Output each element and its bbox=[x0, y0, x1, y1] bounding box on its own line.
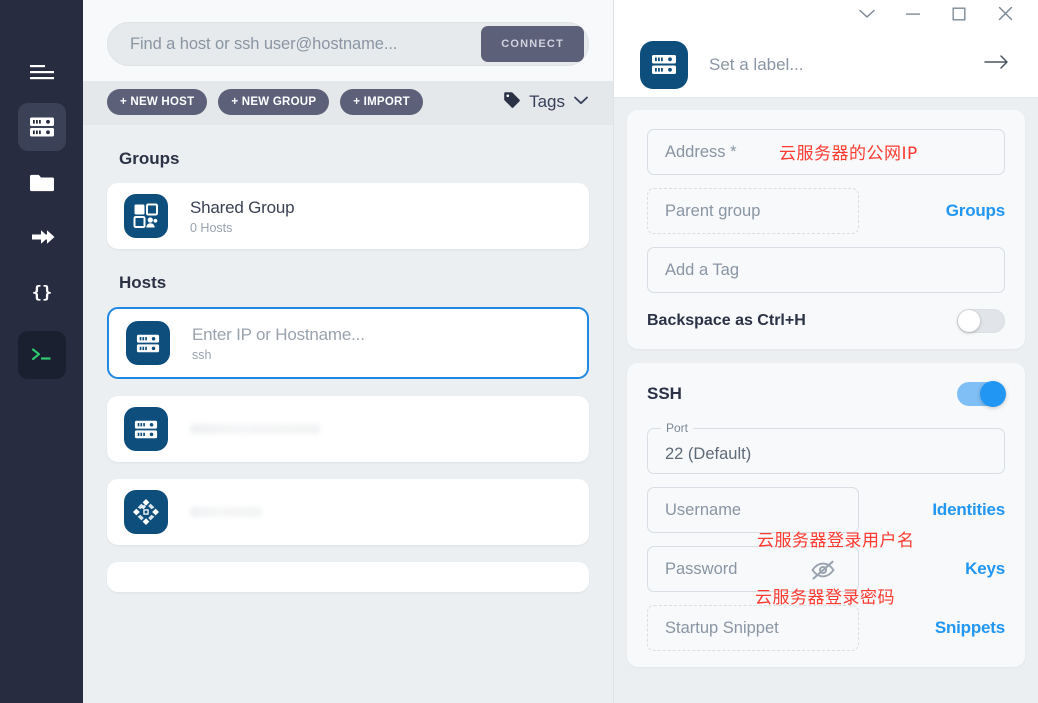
minimize-window-button[interactable] bbox=[890, 0, 936, 32]
groups-heading: Groups bbox=[119, 149, 180, 168]
left-icon-rail: {} bbox=[0, 0, 83, 703]
host-card-title: Enter IP or Hostname... bbox=[192, 324, 365, 344]
host-card-title-redacted bbox=[190, 507, 262, 517]
svg-text:{}: {} bbox=[31, 283, 51, 303]
chevron-down-icon bbox=[858, 7, 876, 25]
ssh-header: SSH bbox=[647, 381, 1006, 407]
hosts-scroll-area[interactable]: Groups Shared Group 0 Hosts Hosts Enter … bbox=[83, 125, 613, 703]
minimize-icon bbox=[904, 7, 922, 25]
identities-link[interactable]: Identities bbox=[932, 500, 1005, 520]
save-host-button[interactable] bbox=[978, 48, 1016, 81]
new-host-button[interactable]: + NEW HOST bbox=[107, 89, 208, 115]
close-window-button[interactable] bbox=[982, 0, 1028, 32]
host-card-text: Enter IP or Hostname... ssh bbox=[192, 325, 365, 362]
tags-label: Tags bbox=[529, 92, 565, 111]
ssh-password-field[interactable]: Password bbox=[647, 546, 859, 592]
address-field[interactable]: Address * bbox=[647, 129, 1005, 175]
backspace-toggle-label: Backspace as Ctrl+H bbox=[647, 312, 806, 329]
ssh-startup-snippet-row: Startup Snippet Snippets bbox=[647, 605, 1005, 651]
startup-snippet-field[interactable]: Startup Snippet bbox=[647, 605, 859, 651]
host-card-text bbox=[190, 507, 589, 517]
sidebar-item-vaults[interactable] bbox=[18, 158, 66, 206]
action-toolbar: + NEW HOST + NEW GROUP + IMPORT Tags bbox=[83, 81, 613, 125]
sidebar-item-menu[interactable] bbox=[18, 48, 66, 96]
maximize-icon bbox=[951, 6, 967, 27]
toggle-knob bbox=[958, 310, 980, 332]
ssh-password-placeholder: Password bbox=[665, 559, 738, 578]
server-rack-icon bbox=[124, 407, 168, 451]
ssh-title: SSH bbox=[647, 384, 682, 403]
arrow-right-icon bbox=[984, 55, 1010, 74]
parent-group-row: Parent group Groups bbox=[647, 188, 1005, 234]
general-settings-box: Address * Parent group Groups Add a Tag … bbox=[627, 110, 1025, 349]
host-card-redacted-2[interactable] bbox=[107, 479, 589, 545]
host-detail-panel: Set a label... Address * Parent group Gr… bbox=[614, 0, 1038, 703]
backspace-toggle-row: Backspace as Ctrl+H bbox=[647, 309, 1005, 333]
snippets-link[interactable]: Snippets bbox=[935, 618, 1005, 638]
sidebar-item-hosts[interactable] bbox=[17, 103, 66, 151]
centos-logo-icon bbox=[124, 490, 168, 534]
ssh-enable-toggle[interactable] bbox=[957, 381, 1006, 407]
host-card-title-redacted bbox=[190, 424, 320, 434]
toggle-knob bbox=[980, 381, 1006, 407]
arrow-forward-icon bbox=[29, 226, 55, 248]
ssh-port-field[interactable]: Port 22 (Default) bbox=[647, 421, 1005, 474]
ssh-password-row: Password Keys bbox=[647, 546, 1005, 592]
import-button[interactable]: + IMPORT bbox=[340, 89, 423, 115]
shared-group-icon bbox=[124, 194, 168, 238]
hosts-list-panel: CONNECT + NEW HOST + NEW GROUP + IMPORT … bbox=[83, 0, 614, 703]
app-window: {} CONNECT + NEW HOST + NEW GROUP + IM bbox=[0, 0, 1038, 703]
host-card-partial[interactable] bbox=[107, 562, 589, 592]
ssh-settings-box: SSH Port 22 (Default) Username Identitie… bbox=[627, 363, 1025, 667]
server-rack-icon bbox=[640, 40, 688, 89]
ssh-username-field[interactable]: Username bbox=[647, 487, 859, 533]
terminal-prompt-icon bbox=[30, 346, 54, 364]
add-tag-field[interactable]: Add a Tag bbox=[647, 247, 1005, 293]
search-bar[interactable]: CONNECT bbox=[107, 22, 589, 66]
toggle-password-visibility-icon[interactable] bbox=[810, 559, 836, 586]
label-field[interactable]: Set a label... bbox=[709, 55, 978, 75]
sidebar-item-port-forwarding[interactable] bbox=[18, 213, 66, 261]
group-card-shared-group[interactable]: Shared Group 0 Hosts bbox=[107, 183, 589, 249]
host-card-redacted-1[interactable] bbox=[107, 396, 589, 462]
detail-body: Address * Parent group Groups Add a Tag … bbox=[614, 98, 1038, 703]
curly-braces-icon: {} bbox=[29, 281, 55, 303]
host-card-text bbox=[190, 424, 589, 434]
group-card-title: Shared Group bbox=[190, 197, 295, 217]
host-card-new[interactable]: Enter IP or Hostname... ssh bbox=[107, 307, 589, 379]
search-input[interactable] bbox=[130, 34, 482, 54]
collapse-window-button[interactable] bbox=[844, 0, 890, 32]
hosts-heading: Hosts bbox=[119, 273, 167, 292]
sidebar-item-terminal[interactable] bbox=[17, 331, 66, 379]
groups-link[interactable]: Groups bbox=[946, 201, 1005, 221]
tag-icon bbox=[503, 91, 521, 114]
sidebar-item-snippets[interactable]: {} bbox=[18, 268, 66, 316]
group-card-subtitle: 0 Hosts bbox=[190, 220, 233, 235]
chevron-down-icon bbox=[573, 93, 589, 111]
backspace-toggle[interactable] bbox=[957, 309, 1005, 333]
parent-group-field[interactable]: Parent group bbox=[647, 188, 859, 234]
ssh-port-legend: Port bbox=[661, 421, 694, 435]
close-icon bbox=[997, 5, 1014, 27]
maximize-window-button[interactable] bbox=[936, 0, 982, 32]
ssh-username-row: Username Identities bbox=[647, 487, 1005, 533]
folder-icon bbox=[29, 172, 55, 193]
window-titlebar bbox=[614, 0, 1038, 32]
group-card-text: Shared Group 0 Hosts bbox=[190, 197, 295, 235]
new-group-button[interactable]: + NEW GROUP bbox=[218, 89, 330, 115]
connect-button[interactable]: CONNECT bbox=[481, 26, 584, 62]
detail-header: Set a label... bbox=[614, 32, 1038, 98]
hamburger-menu-icon bbox=[27, 62, 57, 82]
server-rack-icon bbox=[29, 116, 55, 138]
tags-filter-button[interactable]: Tags bbox=[503, 91, 589, 114]
host-card-subtitle: ssh bbox=[192, 347, 212, 362]
keys-link[interactable]: Keys bbox=[965, 559, 1005, 579]
ssh-port-value: 22 (Default) bbox=[665, 445, 752, 463]
search-bar-container: CONNECT bbox=[83, 0, 613, 81]
server-rack-icon bbox=[126, 321, 170, 365]
